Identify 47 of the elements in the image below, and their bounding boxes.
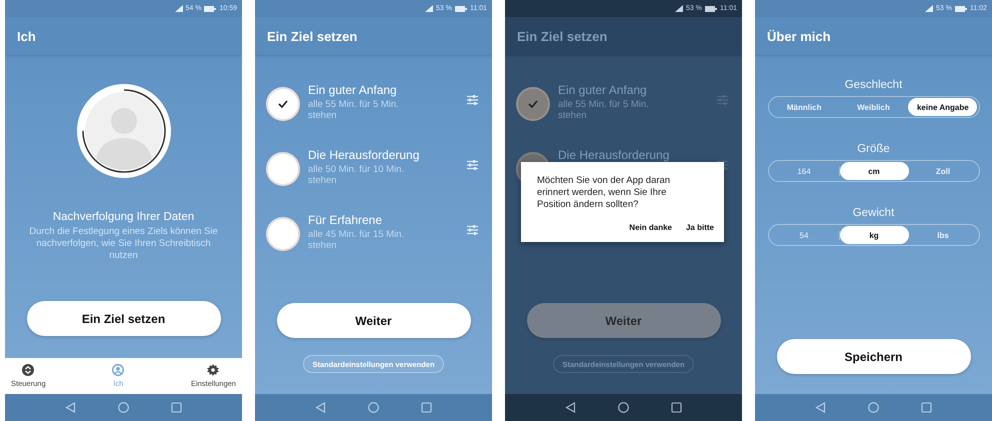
battery-icon — [204, 6, 216, 12]
primary-button[interactable]: Weiter — [526, 303, 720, 338]
screen-title: Ich — [17, 28, 36, 44]
battery-icon — [705, 6, 717, 12]
dialog-button[interactable]: Ja bitte — [686, 223, 714, 232]
checkmark-icon — [278, 100, 288, 108]
segment-option[interactable]: keine Angabe — [908, 98, 978, 116]
goal-title: Die Herausforderung — [558, 148, 670, 162]
value-text: 54 — [770, 230, 840, 240]
goal-radio[interactable] — [516, 87, 550, 121]
primary-button[interactable]: Speichern — [776, 339, 970, 374]
description-text: Durch die Festlegung eines Ziels können Sie nachverfolgen, wie Sie Ihren Schreibtisch nutzen — [28, 226, 218, 262]
screen-title: Ein Ziel setzen — [267, 28, 358, 44]
section-heading: Nachverfolgung Ihrer Daten — [52, 211, 194, 223]
field-label: Geschlecht — [844, 79, 902, 91]
value-text: 164 — [770, 166, 840, 176]
field-label: Gewicht — [852, 207, 894, 219]
goal-description: alle 45 Min. für 15 Min. stehen — [308, 229, 406, 251]
segment-option[interactable]: cm — [840, 162, 908, 180]
goal-description: alle 55 Min. für 5 Min. stehen — [308, 99, 400, 121]
dialog-message: Möchten Sie von der App daran erinnert werden, wenn Sie Ihre Position ändern sollten? — [537, 175, 672, 211]
arrows-circle-icon — [22, 364, 34, 376]
checkmark-icon — [528, 100, 538, 108]
screen-title: Über mich — [767, 28, 831, 44]
goal-description: alle 55 Min. für 5 Min. stehen — [558, 99, 650, 121]
battery-icon — [955, 6, 967, 12]
signal-icon — [174, 5, 182, 12]
goal-title: Die Herausforderung — [308, 148, 420, 162]
field-label: Größe — [857, 143, 890, 155]
home-icon[interactable] — [618, 402, 629, 413]
segment-option[interactable]: kg — [840, 226, 908, 244]
goal-title: Ein guter Anfang — [558, 83, 648, 97]
signal-icon — [675, 5, 684, 12]
goal-description: alle 50 Min. für 10 Min. stehen — [308, 164, 406, 186]
primary-button[interactable]: Weiter — [276, 303, 470, 338]
goal-title: Ein guter Anfang — [308, 83, 398, 97]
battery-icon — [455, 6, 467, 12]
back-icon[interactable] — [565, 402, 576, 413]
dialog-button[interactable]: Nein danke — [629, 223, 672, 232]
signal-icon — [425, 5, 434, 12]
goal-title: Für Erfahrene — [308, 213, 384, 227]
screen-title: Ein Ziel setzen — [517, 28, 608, 44]
person-circle-icon — [112, 364, 124, 376]
primary-button[interactable]: Ein Ziel setzen — [26, 301, 220, 336]
signal-icon — [925, 5, 934, 12]
gear-icon — [207, 364, 220, 376]
recent-apps-icon[interactable] — [671, 402, 682, 413]
